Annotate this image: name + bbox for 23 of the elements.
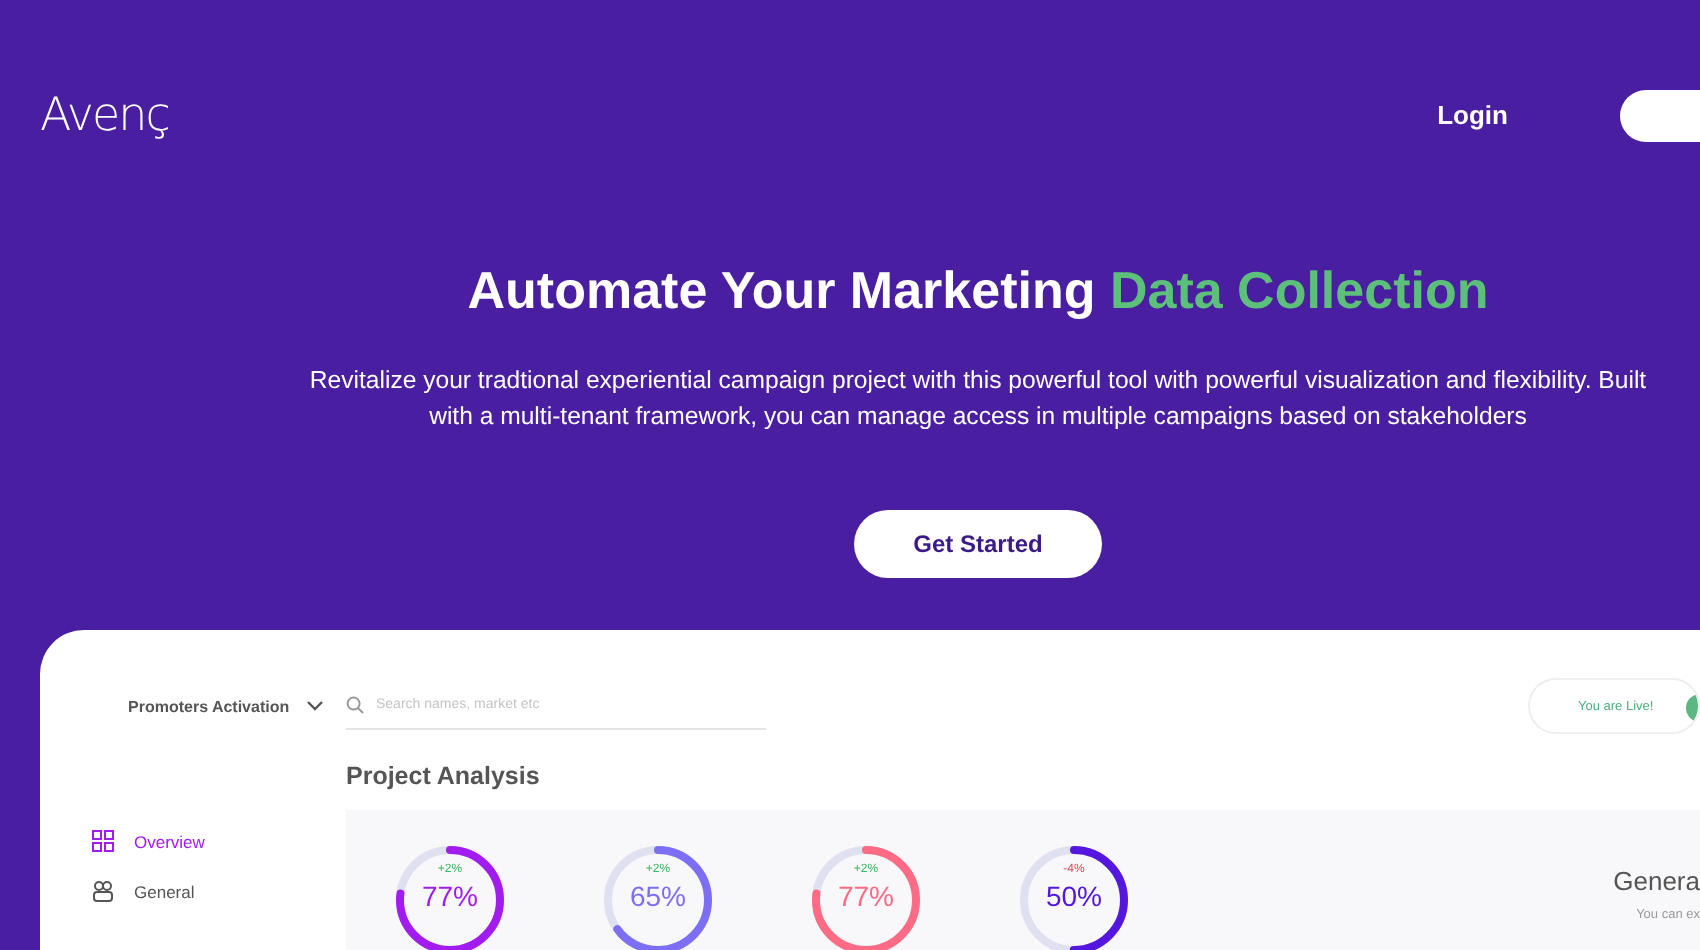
login-link[interactable]: Login — [1437, 100, 1508, 130]
hero-subtitle: Revitalize your tradtional experiential campaign project with this powerful tool with powerful visualization and flexibility. Built with a multi-tenant framework, you can manage access in multiple campaigns based on stakeholders — [307, 364, 1649, 434]
percent-value: 65% — [629, 880, 687, 912]
search-icon — [346, 696, 364, 714]
percent-value: 77% — [837, 880, 895, 912]
logo: Avenç — [40, 89, 169, 141]
panel-title: Genera — [1613, 866, 1700, 896]
ring-meter — [810, 844, 922, 950]
people-icon — [92, 880, 114, 902]
section-title: Project Analysis — [346, 762, 542, 790]
project-dropdown[interactable]: Promoters Activation — [128, 697, 346, 715]
ring-meter — [394, 844, 506, 950]
percent-value: 50% — [1045, 880, 1103, 912]
get-started-button[interactable]: Get Started — [854, 510, 1102, 578]
header-button[interactable] — [1620, 89, 1700, 141]
sidebar-item[interactable]: General — [92, 880, 346, 902]
percent-value: 77% — [421, 880, 479, 912]
ring-meter — [1018, 844, 1130, 950]
sidebar-item[interactable]: Overview — [92, 830, 346, 852]
grid-icon — [92, 830, 114, 852]
chevron-down-icon — [305, 700, 324, 712]
ring-meter — [602, 844, 714, 950]
hero-title: Automate Your Marketing Data Collection — [467, 260, 1489, 322]
